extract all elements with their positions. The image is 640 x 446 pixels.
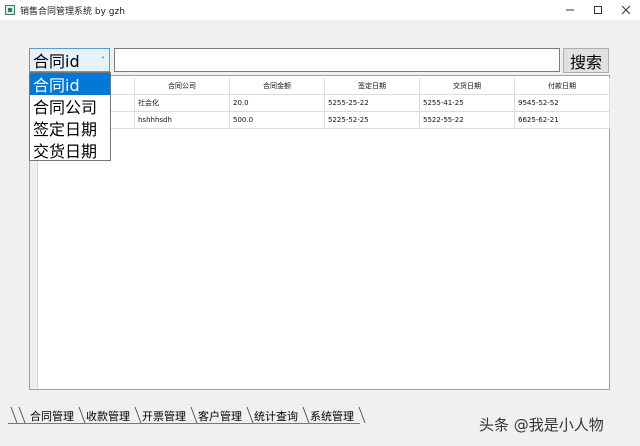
chevron-down-icon[interactable]: ˅ (101, 56, 105, 65)
column-header[interactable]: 签定日期 (325, 78, 420, 95)
table-header-row: 合同id合同公司合同金额签定日期交货日期付款日期 (38, 78, 610, 95)
table-row[interactable]: 社会化 20.0 5255-25-22 5255-41-25 9545-52-52 (38, 95, 610, 112)
tab-label: 客户管理 (198, 409, 242, 423)
close-button[interactable] (612, 0, 640, 20)
table-cell[interactable]: 5225-52-25 (325, 112, 420, 129)
table-cell[interactable]: 20.0 (230, 95, 325, 112)
app-icon (5, 5, 15, 15)
search-field-dropdown-list: 合同id 合同公司 签定日期 交货日期 (29, 72, 111, 161)
tab-3[interactable]: 客户管理 (196, 407, 244, 424)
column-header[interactable]: 合同公司 (135, 78, 230, 95)
column-header[interactable]: 交货日期 (420, 78, 515, 95)
window-controls (556, 0, 640, 20)
maximize-button[interactable] (584, 0, 612, 20)
table-cell[interactable]: 500.0 (230, 112, 325, 129)
column-header[interactable]: 付款日期 (515, 78, 610, 95)
search-button[interactable]: 搜索 (563, 48, 609, 73)
tab-label: 系统管理 (310, 409, 354, 423)
tab-separator (18, 406, 26, 424)
dropdown-option[interactable]: 合同id (30, 73, 110, 95)
table-cell[interactable]: 5255-25-22 (325, 95, 420, 112)
watermark: 头条 @我是小人物 (479, 416, 604, 434)
table-cell[interactable]: 5255-41-25 (420, 95, 515, 112)
table-cell[interactable]: 9545-52-52 (515, 95, 610, 112)
table-row[interactable]: hshhhsdh 500.0 5225-52-25 5522-55-22 6625-62… (38, 112, 610, 129)
tab-separator (358, 406, 366, 424)
close-icon (621, 5, 631, 15)
dropdown-option[interactable]: 签定日期 (30, 117, 110, 139)
contract-table[interactable]: 合同id合同公司合同金额签定日期交货日期付款日期 社会化20.05255-25-… (29, 75, 610, 390)
tab-0[interactable]: 合同管理 (28, 407, 76, 424)
maximize-icon (594, 6, 602, 14)
tab-label: 收款管理 (86, 409, 130, 423)
title-bar: 销售合同管理系统 by gzh (0, 0, 640, 20)
table-cell[interactable]: hshhhsdh (135, 112, 230, 129)
tab-1[interactable]: 收款管理 (84, 407, 132, 424)
minimize-button[interactable] (556, 0, 584, 20)
table-cell[interactable]: 6625-62-21 (515, 112, 610, 129)
table-cell[interactable]: 5522-55-22 (420, 112, 515, 129)
tab-label: 统计查询 (254, 409, 298, 423)
table-cell[interactable]: 社会化 (135, 95, 230, 112)
minimize-icon (566, 9, 574, 11)
window-title: 销售合同管理系统 by gzh (20, 6, 125, 17)
tab-4[interactable]: 统计查询 (252, 407, 300, 424)
dropdown-option[interactable]: 合同公司 (30, 95, 110, 117)
tab-label: 合同管理 (30, 409, 74, 423)
search-field-combobox[interactable]: 合同id ˅ (29, 48, 110, 72)
tab-5[interactable]: 系统管理 (308, 407, 356, 424)
search-input[interactable] (114, 48, 560, 72)
dropdown-option[interactable]: 交货日期 (30, 139, 110, 161)
tab-label: 开票管理 (142, 409, 186, 423)
column-header[interactable]: 合同金额 (230, 78, 325, 95)
combobox-selected-value: 合同id (33, 52, 80, 71)
app-window: 销售合同管理系统 by gzh 合同id ˅ 搜索 合同id合同公司合同金额签定… (0, 0, 640, 446)
tab-2[interactable]: 开票管理 (140, 407, 188, 424)
